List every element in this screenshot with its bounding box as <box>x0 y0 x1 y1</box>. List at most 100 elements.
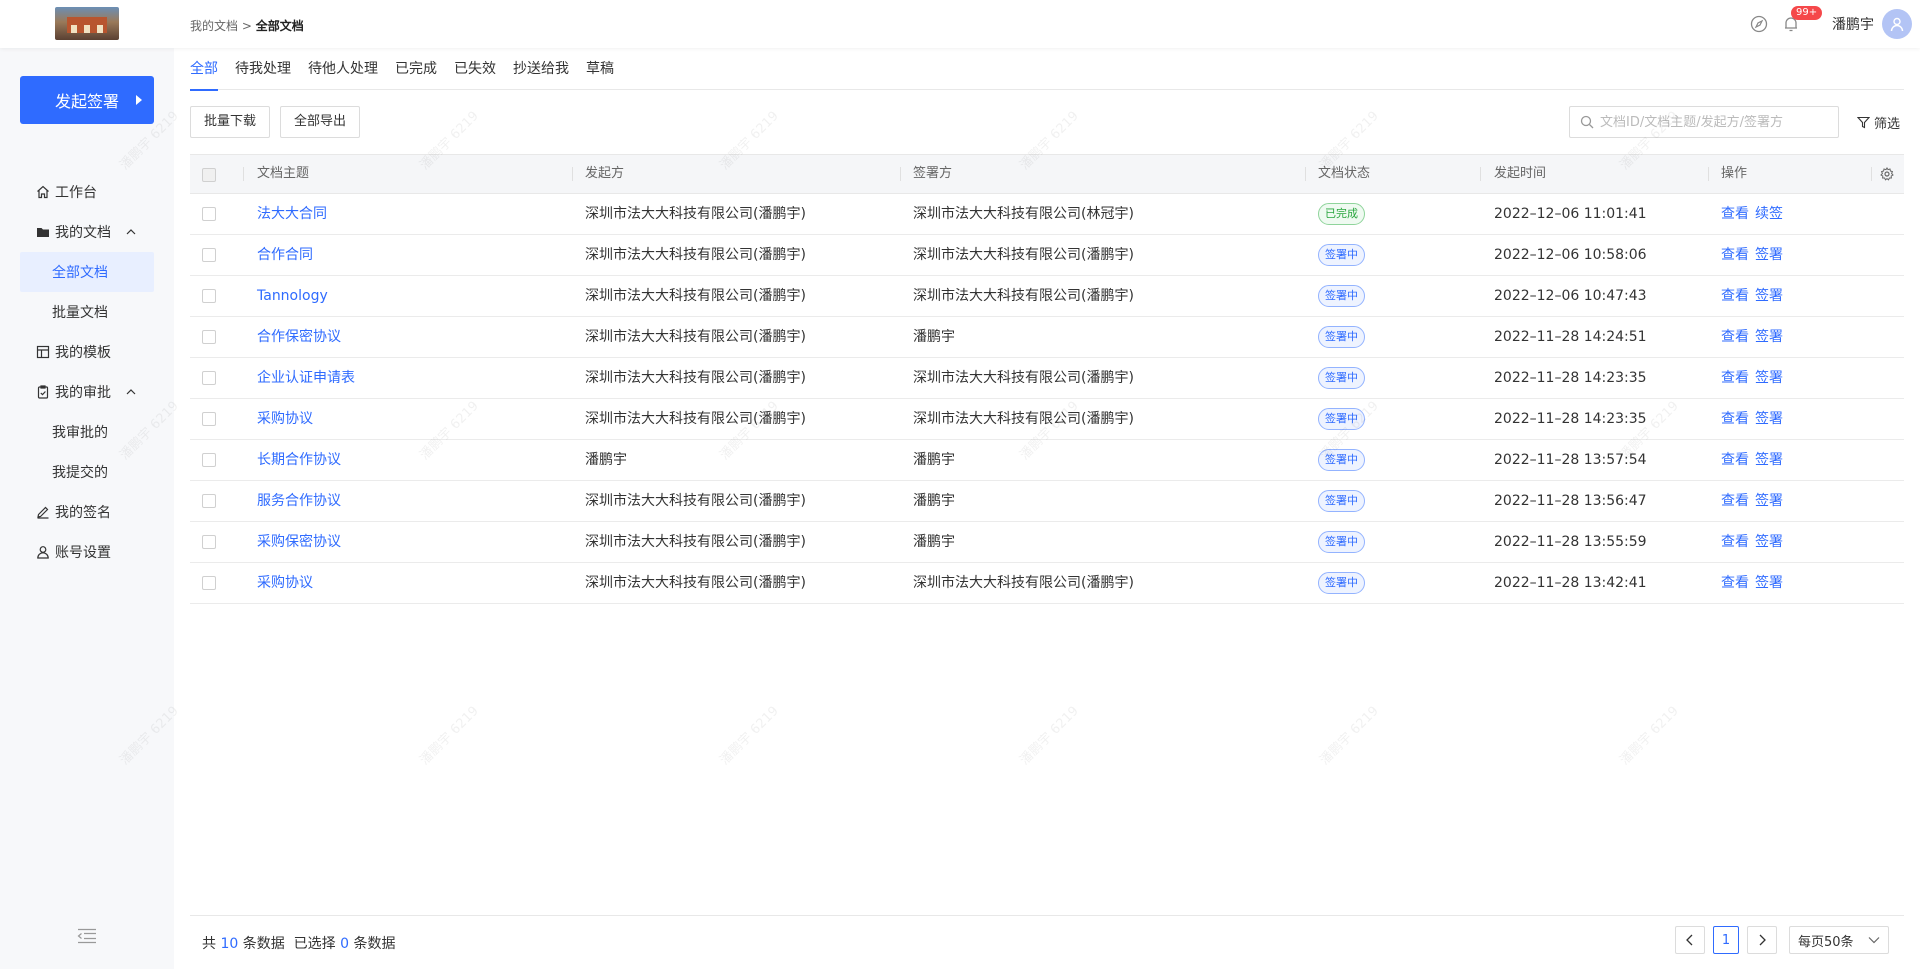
view-link[interactable]: 查看 <box>1721 411 1749 427</box>
sidebar-item-my-docs[interactable]: 我的文档 <box>20 212 154 252</box>
table-row[interactable]: 法大大合同 深圳市法大大科技有限公司(潘鹏宇) 深圳市法大大科技有限公司(林冠宇) 已… <box>190 194 1904 235</box>
doc-subject-link[interactable]: 合作合同 <box>257 235 313 275</box>
view-link[interactable]: 查看 <box>1721 329 1749 345</box>
tab-expired[interactable]: 已失效 <box>454 48 496 90</box>
view-link[interactable]: 查看 <box>1721 247 1749 263</box>
sidebar-item-approved-by-me[interactable]: 我审批的 <box>20 412 154 452</box>
row-checkbox[interactable] <box>202 248 216 262</box>
action-link[interactable]: 签署 <box>1755 411 1783 427</box>
tab-drafts[interactable]: 草稿 <box>586 48 614 90</box>
action-link[interactable]: 签署 <box>1755 370 1783 386</box>
row-checkbox[interactable] <box>202 453 216 467</box>
total-suffix: 条数据 <box>242 936 285 952</box>
collapse-menu-icon[interactable] <box>77 928 97 944</box>
tab-cc-me[interactable]: 抄送给我 <box>513 48 569 90</box>
company-logo[interactable] <box>55 7 119 40</box>
time-cell: 2022–11–28 14:23:35 <box>1494 411 1647 427</box>
filter-button[interactable]: 筛选 <box>1857 113 1900 132</box>
table-row[interactable]: 合作保密协议 深圳市法大大科技有限公司(潘鹏宇) 潘鹏宇 签署中 2022–11–28 … <box>190 317 1904 358</box>
row-checkbox[interactable] <box>202 207 216 221</box>
row-checkbox[interactable] <box>202 576 216 590</box>
doc-subject-link[interactable]: 长期合作协议 <box>257 440 341 480</box>
sidebar-item-my-templates[interactable]: 我的模板 <box>20 332 154 372</box>
doc-subject-link[interactable]: 采购保密协议 <box>257 522 341 562</box>
sidebar-item-my-approval[interactable]: 我的审批 <box>20 372 154 412</box>
search-box[interactable] <box>1569 106 1839 138</box>
sidebar-item-account-settings[interactable]: 账号设置 <box>20 532 154 572</box>
signer-cell: 深圳市法大大科技有限公司(潘鹏宇) <box>913 411 1134 427</box>
table-row[interactable]: 长期合作协议 潘鹏宇 潘鹏宇 签署中 2022–11–28 13:57:54 查看 签署 <box>190 440 1904 481</box>
breadcrumb-parent[interactable]: 我的文档 <box>190 19 238 33</box>
doc-subject-link[interactable]: 法大大合同 <box>257 194 327 234</box>
next-page-button[interactable] <box>1747 926 1777 954</box>
view-link[interactable]: 查看 <box>1721 575 1749 591</box>
sidebar-item-workbench[interactable]: 工作台 <box>20 172 154 212</box>
action-link[interactable]: 签署 <box>1755 575 1783 591</box>
batch-download-button[interactable]: 批量下载 <box>190 106 271 138</box>
doc-subject-link[interactable]: 合作保密协议 <box>257 317 341 357</box>
gear-icon[interactable] <box>1880 167 1894 181</box>
signer-cell: 潘鹏宇 <box>913 534 955 550</box>
table-row[interactable]: 合作合同 深圳市法大大科技有限公司(潘鹏宇) 深圳市法大大科技有限公司(潘鹏宇) 签署… <box>190 235 1904 276</box>
bell-icon[interactable]: 99+ <box>1782 6 1823 33</box>
tab-all[interactable]: 全部 <box>190 48 218 91</box>
prev-page-button[interactable] <box>1675 926 1705 954</box>
action-link[interactable]: 签署 <box>1755 329 1783 345</box>
initiator-cell: 深圳市法大大科技有限公司(潘鹏宇) <box>585 329 806 345</box>
view-link[interactable]: 查看 <box>1721 534 1749 550</box>
page-number-button[interactable]: 1 <box>1713 926 1739 954</box>
row-checkbox[interactable] <box>202 494 216 508</box>
sidebar-item-batch-docs[interactable]: 批量文档 <box>20 292 154 332</box>
initiator-cell: 深圳市法大大科技有限公司(潘鹏宇) <box>585 493 806 509</box>
avatar[interactable] <box>1882 9 1912 39</box>
table-row[interactable]: 采购协议 深圳市法大大科技有限公司(潘鹏宇) 深圳市法大大科技有限公司(潘鹏宇) 签署… <box>190 399 1904 440</box>
tab-pending-me[interactable]: 待我处理 <box>235 48 291 90</box>
view-link[interactable]: 查看 <box>1721 452 1749 468</box>
action-link[interactable]: 续签 <box>1755 206 1783 222</box>
export-all-button[interactable]: 全部导出 <box>280 106 361 138</box>
view-link[interactable]: 查看 <box>1721 493 1749 509</box>
action-link[interactable]: 签署 <box>1755 452 1783 468</box>
table-row[interactable]: 采购保密协议 深圳市法大大科技有限公司(潘鹏宇) 潘鹏宇 签署中 2022–11–28 … <box>190 522 1904 563</box>
doc-subject-link[interactable]: Tannology <box>257 276 328 316</box>
doc-subject-link[interactable]: 企业认证申请表 <box>257 358 355 398</box>
action-link[interactable]: 签署 <box>1755 493 1783 509</box>
start-signing-button[interactable]: 发起签署 <box>20 76 154 124</box>
row-checkbox[interactable] <box>202 330 216 344</box>
sidebar-item-all-docs[interactable]: 全部文档 <box>20 252 154 292</box>
search-input[interactable] <box>1600 114 1830 130</box>
username[interactable]: 潘鹏宇 <box>1832 14 1874 34</box>
view-link[interactable]: 查看 <box>1721 206 1749 222</box>
tab-completed[interactable]: 已完成 <box>395 48 437 90</box>
row-checkbox[interactable] <box>202 371 216 385</box>
table-row[interactable]: Tannology 深圳市法大大科技有限公司(潘鹏宇) 深圳市法大大科技有限公司(潘… <box>190 276 1904 317</box>
doc-subject-link[interactable]: 采购协议 <box>257 563 313 603</box>
toolbar: 批量下载 全部导出 筛选 <box>190 106 1904 138</box>
action-link[interactable]: 签署 <box>1755 534 1783 550</box>
row-checkbox[interactable] <box>202 535 216 549</box>
table-row[interactable]: 采购协议 深圳市法大大科技有限公司(潘鹏宇) 深圳市法大大科技有限公司(潘鹏宇) 签署… <box>190 563 1904 604</box>
start-signing-label: 发起签署 <box>54 92 119 111</box>
chevron-right-icon <box>1759 934 1766 946</box>
sidebar-item-submitted-by-me[interactable]: 我提交的 <box>20 452 154 492</box>
compass-icon[interactable] <box>1750 15 1768 33</box>
table-row[interactable]: 企业认证申请表 深圳市法大大科技有限公司(潘鹏宇) 深圳市法大大科技有限公司(潘鹏宇… <box>190 358 1904 399</box>
view-link[interactable]: 查看 <box>1721 370 1749 386</box>
table-row[interactable]: 服务合作协议 深圳市法大大科技有限公司(潘鹏宇) 潘鹏宇 签署中 2022–11–28 … <box>190 481 1904 522</box>
status-badge: 签署中 <box>1318 244 1365 266</box>
doc-subject-link[interactable]: 采购协议 <box>257 399 313 439</box>
tab-pending-others[interactable]: 待他人处理 <box>308 48 378 90</box>
action-link[interactable]: 签署 <box>1755 288 1783 304</box>
row-checkbox[interactable] <box>202 412 216 426</box>
status-badge: 已完成 <box>1318 203 1365 225</box>
view-link[interactable]: 查看 <box>1721 288 1749 304</box>
row-checkbox[interactable] <box>202 289 216 303</box>
action-link[interactable]: 签署 <box>1755 247 1783 263</box>
doc-subject-link[interactable]: 服务合作协议 <box>257 481 341 521</box>
select-all-checkbox[interactable] <box>202 168 216 182</box>
sidebar-item-my-signature[interactable]: 我的签名 <box>20 492 154 532</box>
user-icon <box>1890 17 1904 32</box>
status-badge: 签署中 <box>1318 408 1365 430</box>
user-icon <box>37 546 49 559</box>
page-size-select[interactable]: 每页50条 <box>1789 926 1889 954</box>
